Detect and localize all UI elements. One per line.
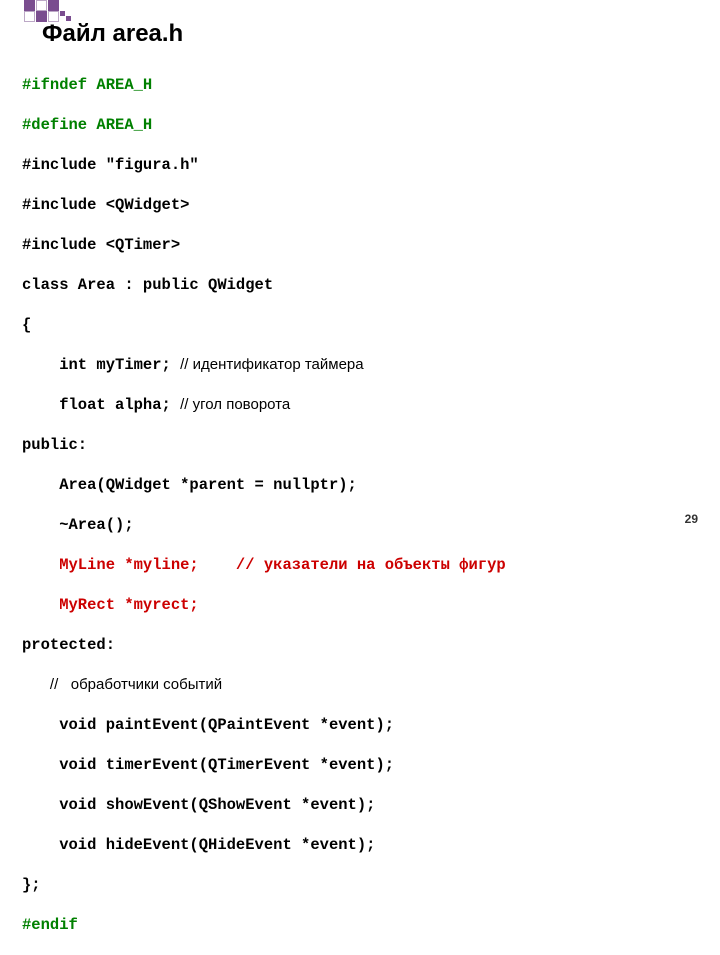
page-number: 29: [685, 512, 698, 526]
code-line: MyRect *myrect;: [22, 595, 506, 615]
code-line: {: [22, 315, 506, 335]
code-line: float alpha; // угол поворота: [22, 395, 506, 415]
code-line: #endif: [22, 915, 506, 935]
code-block: #ifndef AREA_H #define AREA_H #include "…: [22, 55, 506, 955]
code-line: void hideEvent(QHideEvent *event);: [22, 835, 506, 855]
code-line: int myTimer; // идентификатор таймера: [22, 355, 506, 375]
code-line: #define AREA_H: [22, 115, 506, 135]
code-line: };: [22, 875, 506, 895]
code-line: public:: [22, 435, 506, 455]
slide-title: Файл area.h: [42, 20, 183, 48]
code-line: ~Area();: [22, 515, 506, 535]
code-line: #include <QTimer>: [22, 235, 506, 255]
code-line: // обработчики событий: [22, 675, 506, 695]
code-line: protected:: [22, 635, 506, 655]
code-line: void timerEvent(QTimerEvent *event);: [22, 755, 506, 775]
code-line: #include <QWidget>: [22, 195, 506, 215]
code-line: void paintEvent(QPaintEvent *event);: [22, 715, 506, 735]
code-line: #ifndef AREA_H: [22, 75, 506, 95]
code-line: Area(QWidget *parent = nullptr);: [22, 475, 506, 495]
code-line: class Area : public QWidget: [22, 275, 506, 295]
code-line: MyLine *myline; // указатели на объекты …: [22, 555, 506, 575]
code-line: #include "figura.h": [22, 155, 506, 175]
code-line: void showEvent(QShowEvent *event);: [22, 795, 506, 815]
slide-decoration: [0, 0, 720, 20]
